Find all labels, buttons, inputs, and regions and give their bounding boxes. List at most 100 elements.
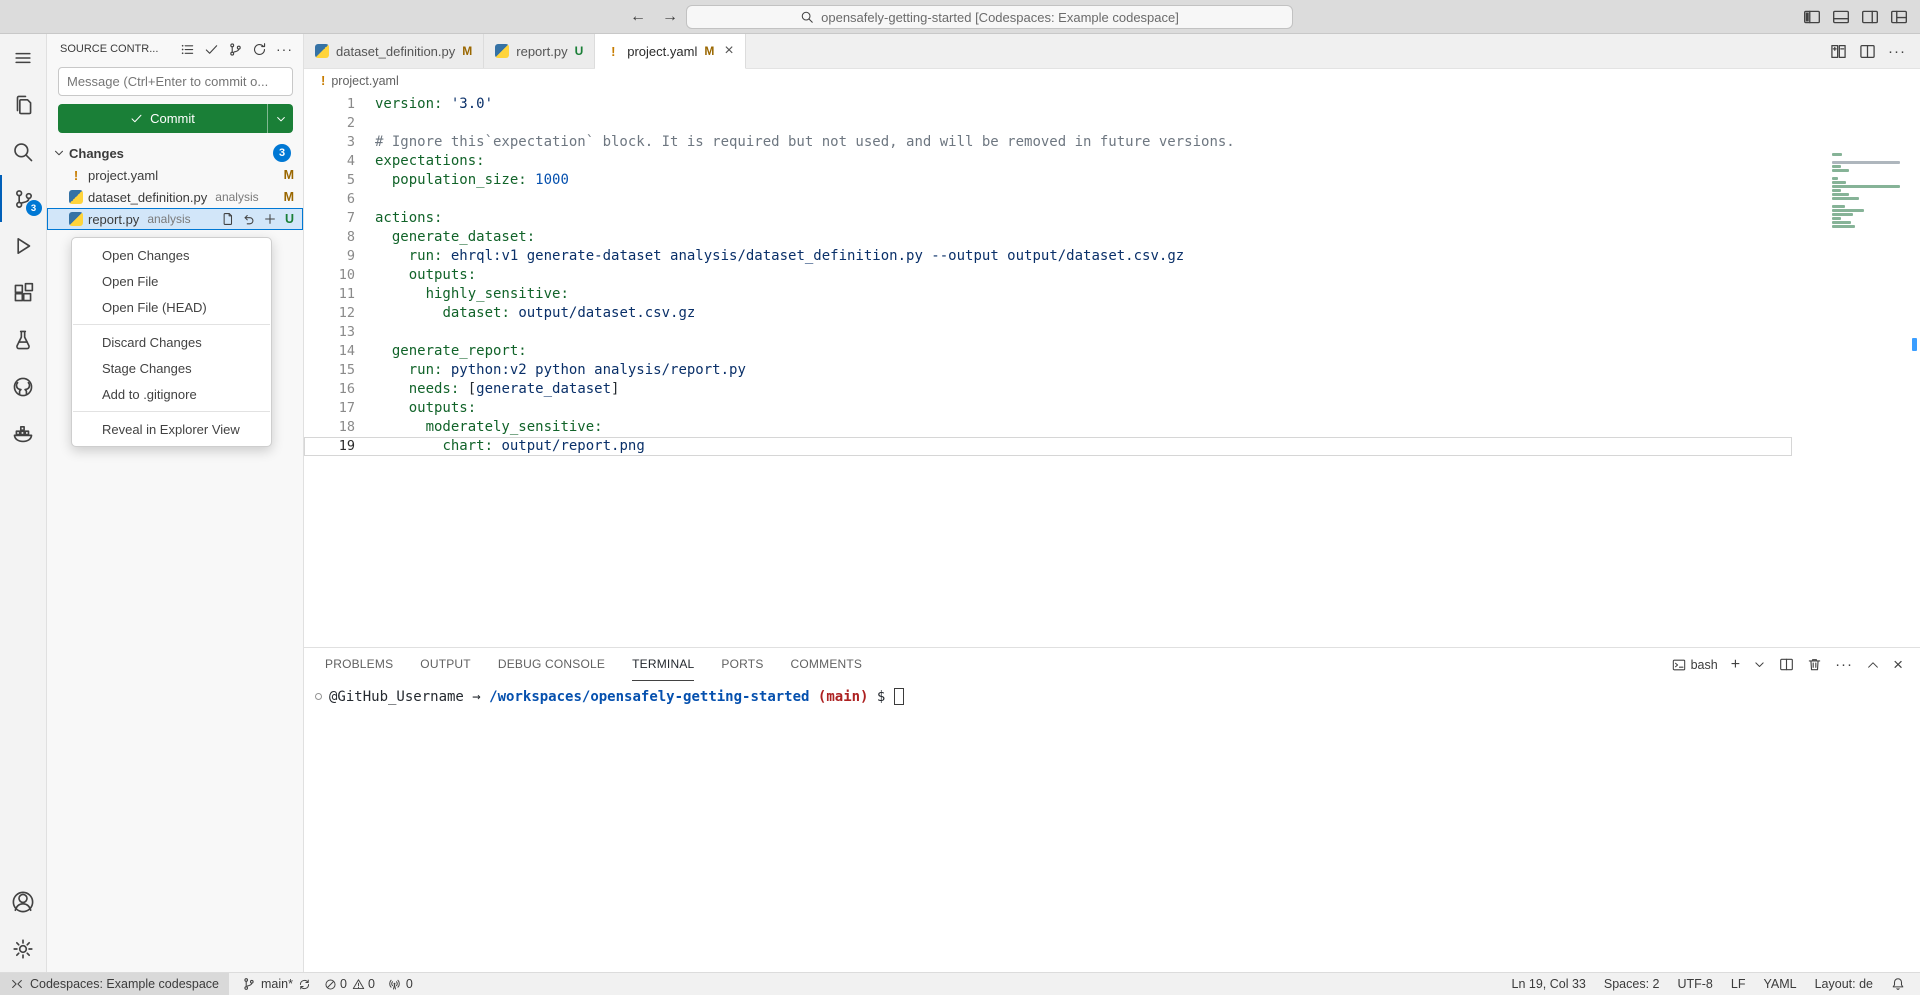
forward-icon[interactable]: → (662, 8, 678, 26)
commit-check-icon[interactable] (204, 42, 219, 57)
new-terminal-icon[interactable]: + (1731, 656, 1740, 674)
menu-item-open-changes[interactable]: Open Changes (72, 242, 271, 268)
command-center-search[interactable]: opensafely-getting-started [Codespaces: … (686, 5, 1293, 29)
layout-indicator[interactable]: Layout: de (1815, 977, 1873, 991)
code-line-19[interactable]: 19 chart: output/report.png (304, 437, 1792, 456)
code-line-5[interactable]: 5 population_size: 1000 (304, 171, 1792, 190)
commit-dropdown-button[interactable] (267, 104, 293, 133)
view-as-list-icon[interactable] (180, 42, 195, 57)
toggle-panel-icon[interactable] (1832, 8, 1850, 26)
sidebar-item-source-control[interactable]: 3 (0, 175, 47, 222)
code-line-14[interactable]: 14 generate_report: (304, 342, 1792, 361)
commit-button-main[interactable]: Commit (58, 104, 267, 133)
commit-button[interactable]: Commit (58, 104, 293, 133)
code-line-12[interactable]: 12 dataset: output/dataset.csv.gz (304, 304, 1792, 323)
cursor-position[interactable]: Ln 19, Col 33 (1512, 977, 1586, 991)
terminal[interactable]: @GitHub_Username → /workspaces/opensafel… (304, 681, 1920, 705)
panel-tab-ports[interactable]: PORTS (721, 648, 763, 681)
kill-terminal-icon[interactable] (1807, 657, 1822, 672)
open-file-icon[interactable] (221, 212, 235, 226)
graph-icon[interactable] (228, 42, 243, 57)
sidebar-item-testing[interactable] (0, 316, 47, 363)
back-icon[interactable]: ← (630, 8, 646, 26)
language-mode[interactable]: YAML (1763, 977, 1796, 991)
menu-item-open-file[interactable]: Open File (72, 268, 271, 294)
radio-tower-icon (388, 978, 401, 991)
code-line-10[interactable]: 10 outputs: (304, 266, 1792, 285)
code-line-13[interactable]: 13 (304, 323, 1792, 342)
panel-tab-comments[interactable]: COMMENTS (791, 648, 863, 681)
tab-report.py[interactable]: report.pyU (484, 34, 595, 68)
menu-item-add-to-gitignore[interactable]: Add to .gitignore (72, 381, 271, 407)
tab-dataset_definition.py[interactable]: dataset_definition.pyM (304, 34, 484, 68)
commit-message-input[interactable] (58, 67, 293, 96)
sidebar-item-docker[interactable] (0, 410, 47, 457)
menu-item-discard-changes[interactable]: Discard Changes (72, 329, 271, 355)
panel-tab-problems[interactable]: PROBLEMS (325, 648, 393, 681)
terminal-profile-dropdown-icon[interactable] (1753, 658, 1766, 671)
code-line-15[interactable]: 15 run: python:v2 python analysis/report… (304, 361, 1792, 380)
code-line-6[interactable]: 6 (304, 190, 1792, 209)
eol-sequence[interactable]: LF (1731, 977, 1746, 991)
more-actions-icon[interactable]: ··· (1835, 656, 1853, 673)
code-line-16[interactable]: 16 needs: [generate_dataset] (304, 380, 1792, 399)
code-line-18[interactable]: 18 moderately_sensitive: (304, 418, 1792, 437)
more-actions-icon[interactable]: ··· (276, 41, 293, 57)
panel-tab-terminal[interactable]: TERMINAL (632, 648, 694, 681)
sidebar-item-search[interactable] (0, 128, 47, 175)
sidebar-item-run-debug[interactable] (0, 222, 47, 269)
panel-tab-output[interactable]: OUTPUT (420, 648, 471, 681)
sidebar-item-explorer[interactable] (0, 81, 47, 128)
scm-file-row-dataset_definition.py[interactable]: dataset_definition.pyanalysisM (47, 186, 303, 208)
close-icon[interactable]: × (724, 43, 733, 59)
code-editor[interactable]: 1version: '3.0'23# Ignore this`expectati… (304, 92, 1920, 456)
stage-changes-icon[interactable] (263, 212, 277, 226)
code-line-8[interactable]: 8 generate_dataset: (304, 228, 1792, 247)
menu-item-reveal-in-explorer-view[interactable]: Reveal in Explorer View (72, 416, 271, 442)
tab-project.yaml[interactable]: !project.yamlM× (595, 34, 745, 69)
encoding[interactable]: UTF-8 (1677, 977, 1712, 991)
split-terminal-icon[interactable] (1779, 657, 1794, 672)
code-line-3[interactable]: 3# Ignore this`expectation` block. It is… (304, 133, 1792, 152)
customize-layout-icon[interactable] (1890, 8, 1908, 26)
code-line-2[interactable]: 2 (304, 114, 1792, 133)
code-line-17[interactable]: 17 outputs: (304, 399, 1792, 418)
notifications-bell-icon[interactable] (1891, 977, 1905, 991)
indentation[interactable]: Spaces: 2 (1604, 977, 1660, 991)
toggle-sidebar-icon[interactable] (1803, 8, 1821, 26)
maximize-panel-icon[interactable] (1866, 658, 1880, 672)
remote-indicator[interactable]: Codespaces: Example codespace (0, 973, 229, 995)
more-actions-icon[interactable]: ··· (1888, 43, 1906, 60)
split-editor-icon[interactable] (1859, 43, 1876, 60)
refresh-icon[interactable] (252, 42, 267, 57)
terminal-shell-selector[interactable]: bash (1672, 658, 1718, 672)
account-button[interactable] (0, 878, 47, 925)
menu-item-open-file-head-[interactable]: Open File (HEAD) (72, 294, 271, 320)
scm-file-row-project.yaml[interactable]: !project.yamlM (47, 164, 303, 186)
toggle-secondary-sidebar-icon[interactable] (1861, 8, 1879, 26)
code-line-7[interactable]: 7actions: (304, 209, 1792, 228)
breadcrumb[interactable]: ! project.yaml (304, 69, 1920, 92)
title-bar: ← → opensafely-getting-started [Codespac… (0, 0, 1920, 34)
changes-section-header[interactable]: Changes 3 (47, 142, 303, 164)
menu-item-stage-changes[interactable]: Stage Changes (72, 355, 271, 381)
sidebar-item-github[interactable] (0, 363, 47, 410)
discard-changes-icon[interactable] (242, 212, 256, 226)
ports-indicator[interactable]: 0 (388, 977, 413, 991)
code-line-4[interactable]: 4expectations: (304, 152, 1792, 171)
problems-indicator[interactable]: 0 0 (324, 977, 375, 991)
application-menu-button[interactable] (0, 34, 47, 81)
minimap-line (1832, 165, 1841, 168)
scm-file-row-report.py[interactable]: report.pyanalysisU (47, 208, 303, 230)
settings-button[interactable] (0, 925, 47, 972)
code-line-9[interactable]: 9 run: ehrql:v1 generate-dataset analysi… (304, 247, 1792, 266)
code-line-11[interactable]: 11 highly_sensitive: (304, 285, 1792, 304)
branch-indicator[interactable]: main* (242, 977, 311, 991)
open-changes-icon[interactable] (1830, 43, 1847, 60)
minimap[interactable] (1832, 153, 1904, 243)
code-line-1[interactable]: 1version: '3.0' (304, 95, 1792, 114)
panel-tab-debug-console[interactable]: DEBUG CONSOLE (498, 648, 605, 681)
sync-icon[interactable] (298, 978, 311, 991)
close-panel-icon[interactable]: × (1893, 655, 1903, 675)
sidebar-item-extensions[interactable] (0, 269, 47, 316)
